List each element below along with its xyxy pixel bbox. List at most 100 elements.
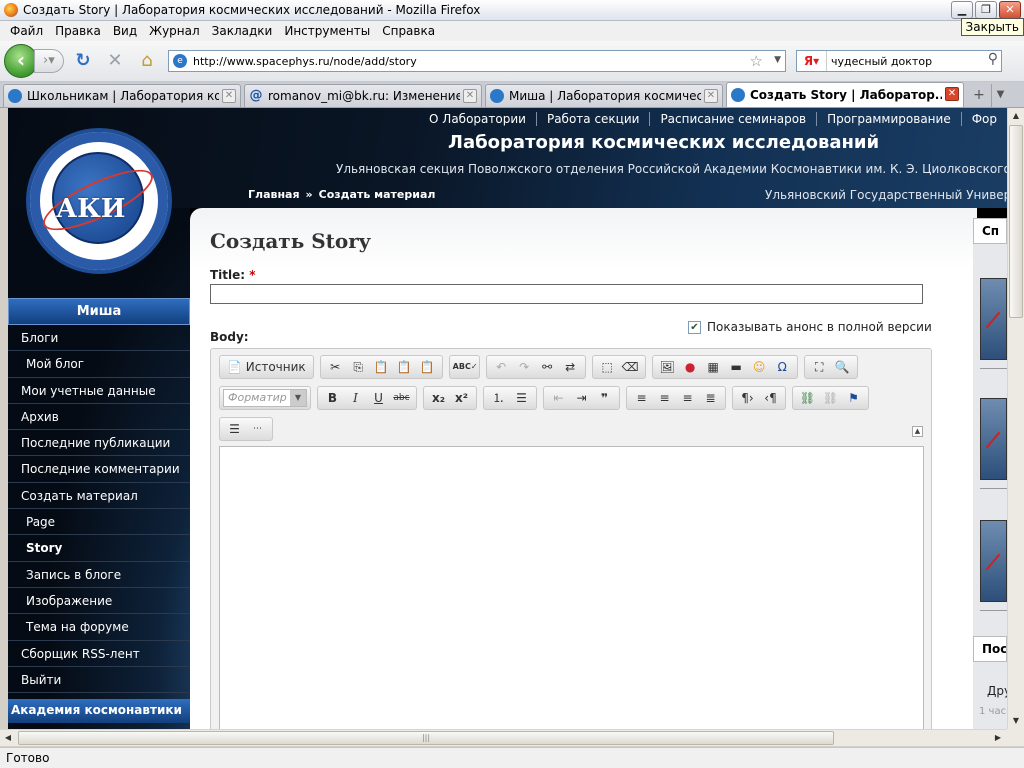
rtl-icon[interactable]: ‹¶ [759,388,782,408]
stop-icon[interactable]: ✕ [102,48,128,74]
teaser-checkbox[interactable]: ✔ [688,320,701,334]
search-icon[interactable]: ⚲ [988,51,998,67]
anchor-flag-icon[interactable]: ⚑ [842,388,865,408]
remove-format-icon[interactable]: ⌫ [619,357,642,377]
url-bar[interactable]: e ☆ ▼ [168,50,786,72]
sidebar-item-archive[interactable]: Архив [8,404,190,431]
unlink-icon[interactable]: ⛓ [819,388,842,408]
sidebar-item-rss[interactable]: Сборщик RSS-лент [8,641,190,667]
numbered-list-icon[interactable]: ⒈ [487,388,510,408]
bookmark-star-icon[interactable]: ☆ [750,52,763,70]
indent-icon[interactable]: ⇥ [570,388,593,408]
image-icon[interactable]: 🖼 [656,357,679,377]
outdent-icon[interactable]: ⇤ [547,388,570,408]
tab-list-button[interactable]: ▼ [991,84,1009,107]
sidebar-item-my-blog[interactable]: Мой блог [8,351,190,378]
sidebar-item-recent-comments[interactable]: Последние комментарии [8,456,190,483]
horizontal-scrollbar[interactable]: ◀ ||| ▶ [0,729,1007,746]
undo-icon[interactable]: ↶ [490,357,513,377]
format-select[interactable]: Форматир ▼ [223,389,307,407]
redo-icon[interactable]: ↷ [513,357,536,377]
maximize-icon[interactable]: ⛶ [808,357,831,377]
forward-button[interactable]: ›▾ [34,49,64,73]
yandex-icon[interactable]: Я▾ [797,51,827,71]
sidebar-item-create-content[interactable]: Создать материал [8,483,190,510]
teaser-option[interactable]: ✔ Показывать анонс в полной версии [688,320,932,334]
site-logo[interactable]: АКИ [26,128,172,274]
subscript-icon[interactable]: x₂ [427,388,450,408]
paste-icon[interactable]: 📋 [370,357,393,377]
chevron-down-icon[interactable]: ▼ [290,390,306,406]
tab-shkolnikam[interactable]: Школьникам | Лаборатория кос... ✕ [3,84,241,107]
underline-icon[interactable]: U [367,388,390,408]
cut-icon[interactable]: ✂ [324,357,347,377]
page-break-icon[interactable]: ⋯ [246,419,269,439]
horizontal-scroll-thumb[interactable]: ||| [18,731,834,745]
paste-text-icon[interactable]: 📋 [393,357,416,377]
search-bar[interactable]: Я▾ ⚲ [796,50,1002,72]
tab-create-story[interactable]: Создать Story | Лаборатор... ✕ [726,82,964,107]
superscript-icon[interactable]: x² [450,388,473,408]
sidebar-item-forum-topic[interactable]: Тема на форуме [8,614,190,641]
align-center-icon[interactable]: ≡ [653,388,676,408]
new-tab-button[interactable]: + [967,84,991,107]
search-input[interactable] [827,54,977,68]
sidebar-item-account[interactable]: Мои учетные данные [8,378,190,404]
blockquote-icon[interactable]: ❞ [593,388,616,408]
special-char-icon[interactable]: Ω [771,357,794,377]
menu-view[interactable]: Вид [107,24,143,38]
menu-edit[interactable]: Правка [49,24,107,38]
smiley-icon[interactable]: ☺ [748,357,771,377]
reload-icon[interactable]: ↻ [70,48,96,74]
nav-forum[interactable]: Фор [960,112,1007,126]
link-icon[interactable]: ⛓ [796,388,819,408]
nav-seminars[interactable]: Расписание семинаров [649,112,816,126]
align-left-icon[interactable]: ≡ [630,388,653,408]
spellcheck-icon[interactable]: ABC✓ [453,357,478,377]
vertical-scroll-thumb[interactable] [1009,125,1023,318]
vertical-scrollbar[interactable]: ▲ ▼ [1007,108,1024,729]
align-justify-icon[interactable]: ≣ [699,388,722,408]
sidebar-item-blogs[interactable]: Блоги [8,325,190,352]
tab-mail[interactable]: @ romanov_mi@bk.ru: Изменение ... ✕ [244,84,482,107]
teaser-break-icon[interactable]: ☰ [223,419,246,439]
align-right-icon[interactable]: ≡ [676,388,699,408]
nav-section-work[interactable]: Работа секции [535,112,649,126]
tab-close-icon[interactable]: ✕ [222,89,236,103]
scroll-left-arrow-icon[interactable]: ◀ [0,730,16,746]
sidebar-item-story[interactable]: Story [8,535,190,562]
close-button[interactable]: ✕ [999,1,1021,19]
show-blocks-icon[interactable]: 🔍 [831,357,854,377]
url-dropdown-icon[interactable]: ▼ [774,55,781,65]
sidebar-item-blog-entry[interactable]: Запись в блоге [8,562,190,588]
strikethrough-icon[interactable]: abc [390,388,413,408]
url-input[interactable] [193,54,733,68]
menu-bookmarks[interactable]: Закладки [206,24,279,38]
maximize-button[interactable]: ❐ [975,1,997,19]
paste-word-icon[interactable]: 📋 [416,357,439,377]
tab-close-icon[interactable]: ✕ [704,89,718,103]
menu-tools[interactable]: Инструменты [278,24,376,38]
copy-icon[interactable]: ⎘ [347,357,370,377]
ltr-icon[interactable]: ¶› [736,388,759,408]
home-icon[interactable]: ⌂ [134,48,160,74]
nav-about[interactable]: О Лаборатории [419,112,536,126]
editor-body-area[interactable] [219,446,924,729]
right-block-text[interactable]: Дру [987,684,1007,698]
bullet-list-icon[interactable]: ☰ [510,388,533,408]
replace-icon[interactable]: ⇄ [559,357,582,377]
bold-icon[interactable]: B [321,388,344,408]
find-icon[interactable]: ⚯ [536,357,559,377]
back-button[interactable]: ‹ [4,44,38,78]
sidebar-item-logout[interactable]: Выйти [8,667,190,694]
scroll-down-arrow-icon[interactable]: ▼ [1008,713,1024,729]
breadcrumb-home[interactable]: Главная [248,188,300,201]
menu-history[interactable]: Журнал [143,24,206,38]
scroll-right-arrow-icon[interactable]: ▶ [990,730,1006,746]
table-icon[interactable]: ▦ [702,357,725,377]
italic-icon[interactable]: I [344,388,367,408]
thumbnail-1[interactable] [980,278,1007,360]
breadcrumb-create[interactable]: Создать материал [319,188,436,201]
flash-icon[interactable]: ● [679,357,702,377]
title-input[interactable] [210,284,923,304]
